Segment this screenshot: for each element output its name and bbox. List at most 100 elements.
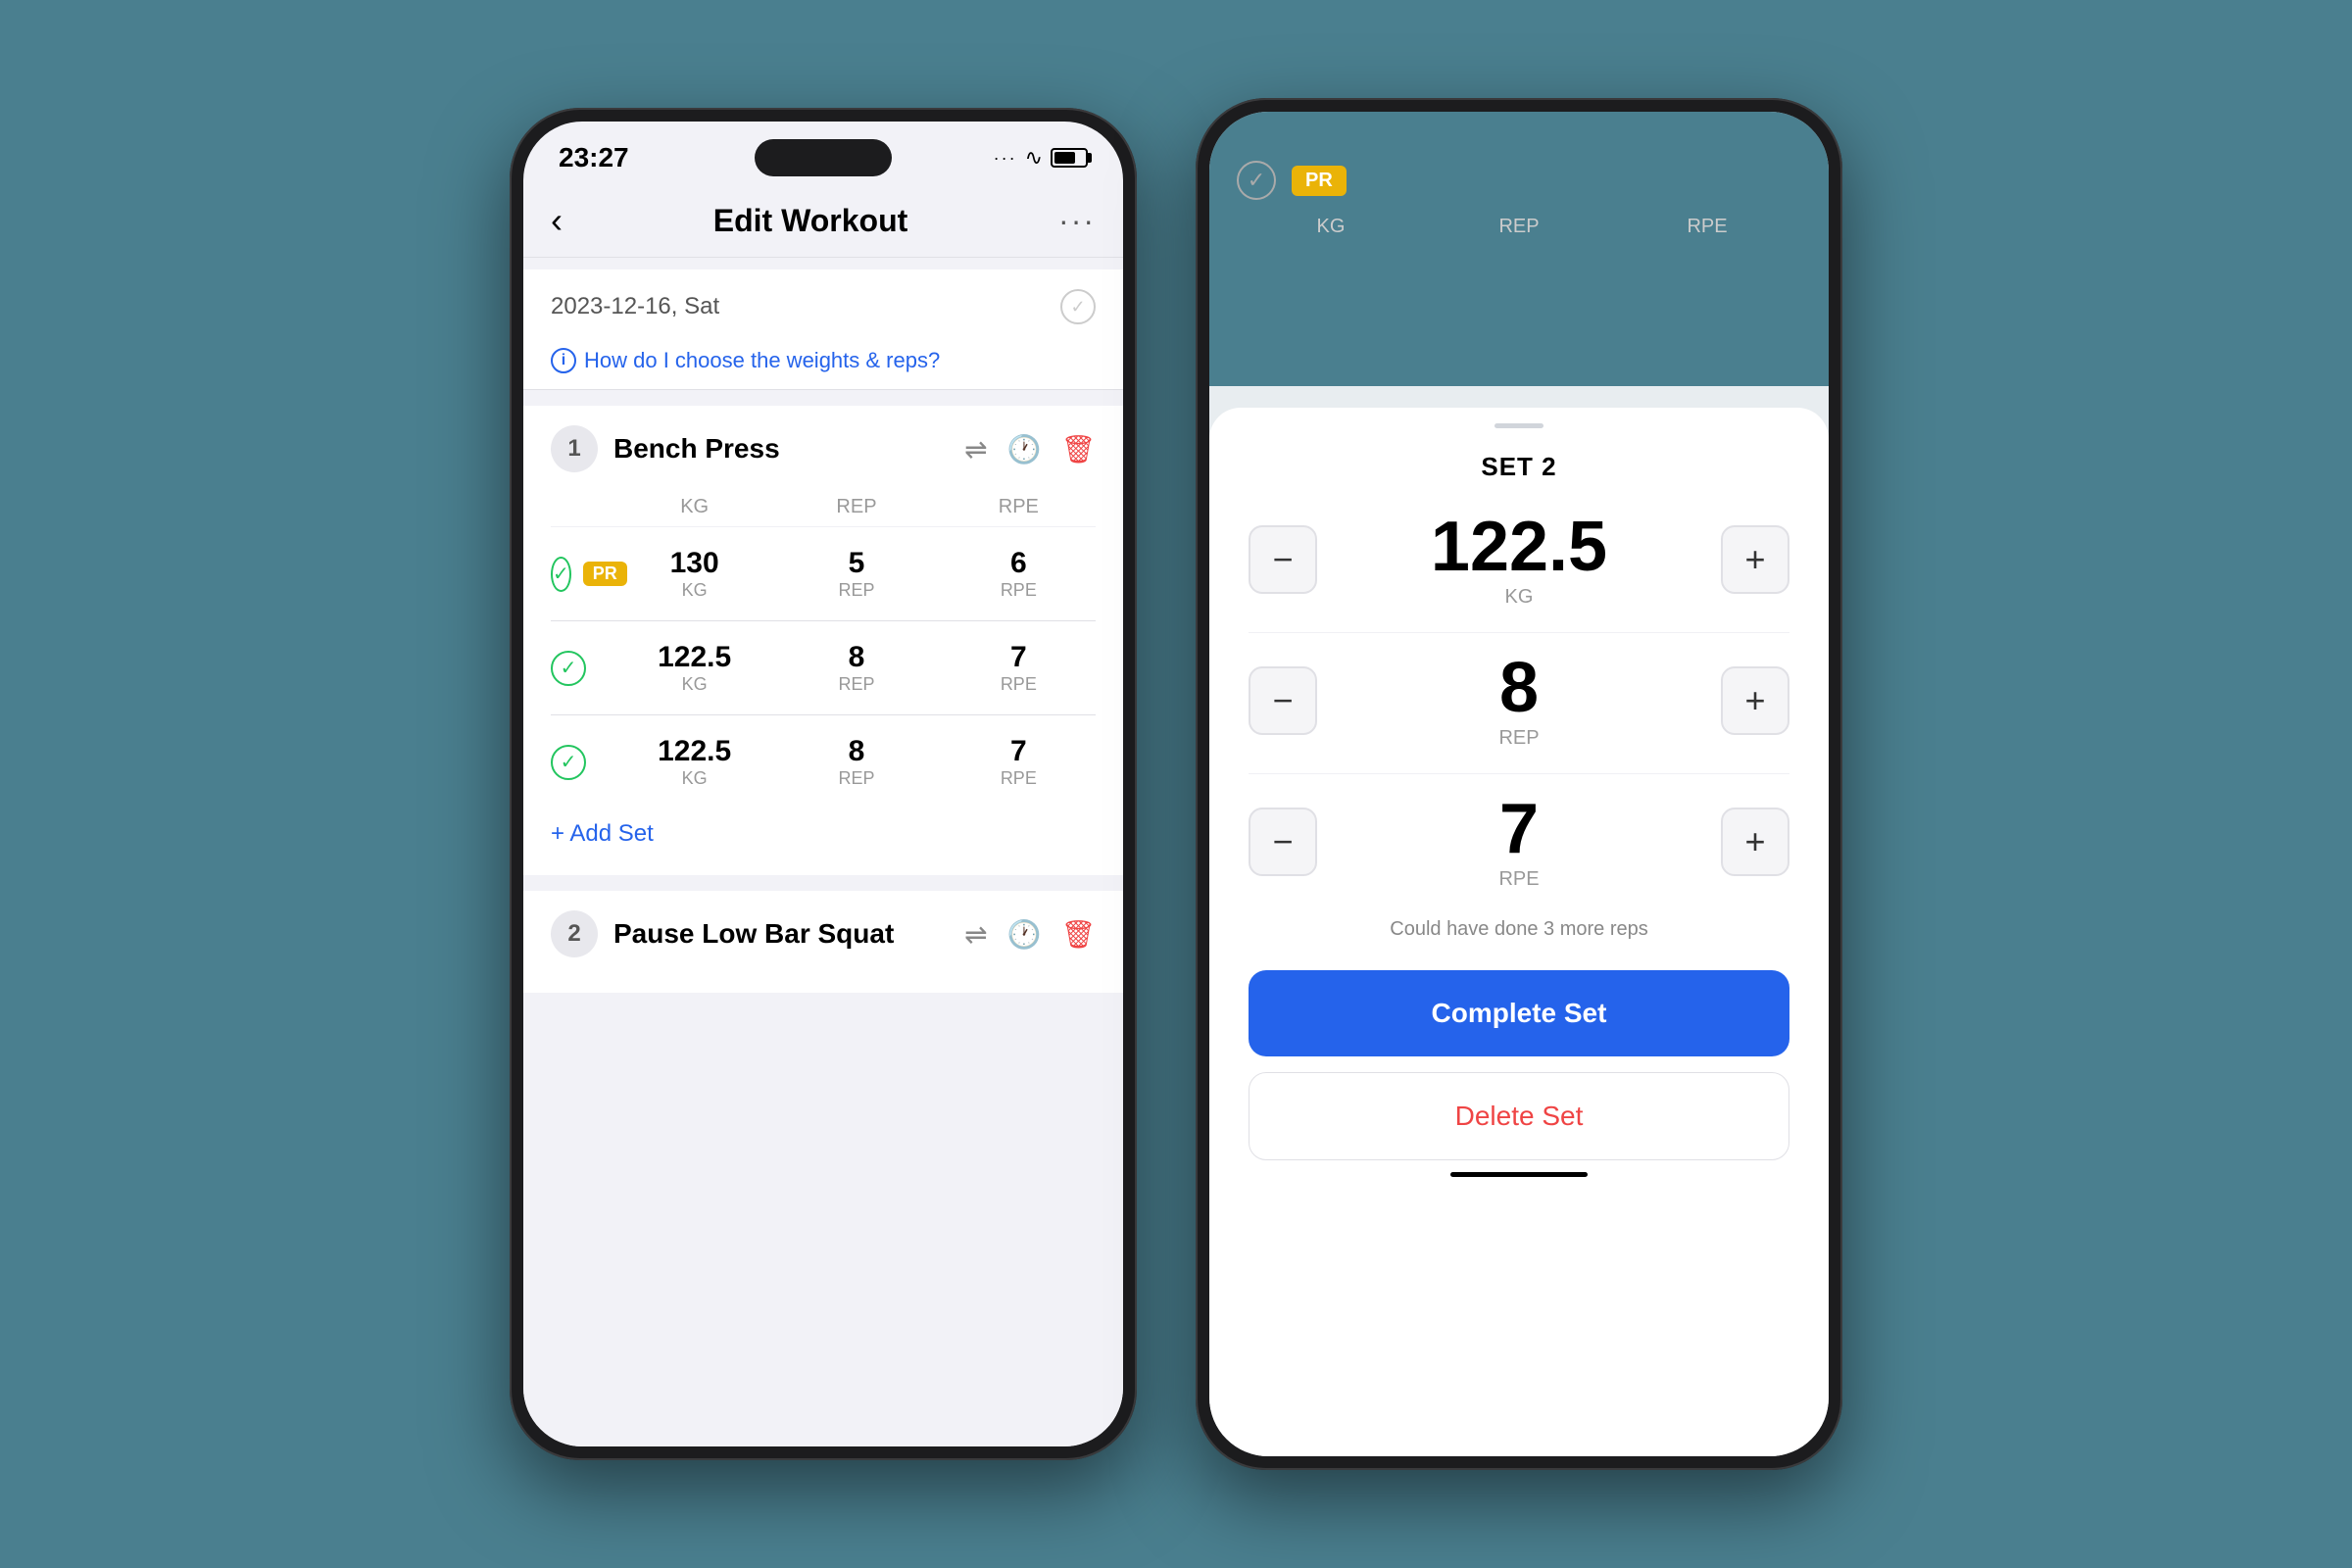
set-row-1: ✓ PR 130 KG 5 REP 6 RPE [551, 535, 1096, 612]
set2-rpe-unit: RPE [942, 674, 1096, 695]
swap-exercise-button[interactable]: ⇌ [964, 433, 987, 466]
info-icon: i [551, 348, 576, 373]
bottom-sheet: SET 2 − 122.5 KG + − 8 REP [1209, 408, 1829, 1456]
col-rep-header: REP [779, 496, 933, 518]
set1-check-col: ✓ PR [551, 557, 610, 592]
set2-check-col: ✓ [551, 651, 610, 686]
set2-rep[interactable]: 8 REP [779, 641, 933, 695]
set2-kg[interactable]: 122.5 KG [617, 641, 771, 695]
exercise2-number: 2 [551, 910, 598, 957]
rep-value: 8 [1499, 649, 1539, 727]
kg-stepper-row: − 122.5 KG + [1249, 512, 1789, 609]
set3-rep[interactable]: 8 REP [779, 735, 933, 789]
set3-kg[interactable]: 122.5 KG [617, 735, 771, 789]
exercise2-name: Pause Low Bar Squat [613, 918, 949, 950]
sheet-handle [1494, 423, 1544, 428]
set3-check-col: ✓ [551, 745, 610, 780]
info-row: i How do I choose the weights & reps? [523, 336, 1123, 390]
set3-rpe-unit: RPE [942, 768, 1096, 789]
set2-kg-unit: KG [617, 674, 771, 695]
date-row: 2023-12-16, Sat ✓ [523, 270, 1123, 336]
signal-dots-icon: ··· [994, 148, 1017, 169]
set3-check[interactable]: ✓ [551, 745, 586, 780]
set2-rep-unit: REP [779, 674, 933, 695]
exercise2-header: 2 Pause Low Bar Squat ⇌ 🕐 🗑 [551, 910, 1096, 957]
rpe-unit: RPE [1498, 868, 1539, 891]
page-title: Edit Workout [713, 203, 908, 239]
col-headers: KG REP RPE [551, 488, 1096, 527]
phone2-col-headers: KG REP RPE [1237, 216, 1801, 238]
delete-exercise2-button[interactable]: 🗑 [1060, 918, 1096, 951]
phone2-top-row: ✓ PR [1237, 161, 1801, 200]
check-icon: ✓ [1070, 297, 1085, 318]
add-set-button[interactable]: + Add Set [551, 801, 1096, 856]
set1-rpe-unit: RPE [942, 580, 1096, 601]
kg-decrement-button[interactable]: − [1249, 525, 1317, 594]
set1-rpe-value: 6 [942, 547, 1096, 580]
set2-rep-value: 8 [779, 641, 933, 674]
screen-content: ‹ Edit Workout ··· 2023-12-16, Sat ✓ i H… [523, 184, 1123, 1446]
set1-rep-value: 5 [779, 547, 933, 580]
rep-increment-button[interactable]: + [1721, 666, 1789, 735]
rpe-increment-button[interactable]: + [1721, 808, 1789, 876]
phone2-background: ✓ PR KG REP RPE [1209, 112, 1829, 386]
battery-icon [1051, 148, 1088, 168]
complete-set-button[interactable]: Complete Set [1249, 970, 1789, 1056]
set3-kg-unit: KG [617, 768, 771, 789]
set2-check[interactable]: ✓ [551, 651, 586, 686]
rep-decrement-button[interactable]: − [1249, 666, 1317, 735]
exercise1-name: Bench Press [613, 433, 949, 465]
dynamic-island [755, 139, 892, 176]
delete-set-button[interactable]: Delete Set [1249, 1072, 1789, 1160]
wifi-icon: ∿ [1025, 145, 1043, 171]
set3-rpe[interactable]: 7 RPE [942, 735, 1096, 789]
status-icons: ··· ∿ [994, 145, 1088, 171]
phone2-col-kg: KG [1237, 216, 1425, 238]
rpe-hint-text: Could have done 3 more reps [1390, 918, 1648, 941]
swap-exercise2-button[interactable]: ⇌ [964, 918, 987, 951]
phone2-pr-badge: PR [1292, 166, 1347, 196]
set3-rep-value: 8 [779, 735, 933, 768]
rep-unit: REP [1498, 727, 1539, 750]
phone2-col-rpe: RPE [1613, 216, 1801, 238]
rep-value-block: 8 REP [1498, 653, 1539, 750]
set1-kg[interactable]: 130 KG [617, 547, 771, 601]
rpe-value: 7 [1499, 790, 1539, 868]
exercise2-card: 2 Pause Low Bar Squat ⇌ 🕐 🗑 [523, 891, 1123, 993]
exercise1-actions: ⇌ 🕐 🗑 [964, 433, 1096, 466]
info-link-button[interactable]: i How do I choose the weights & reps? [551, 348, 1096, 373]
set1-rep[interactable]: 5 REP [779, 547, 933, 601]
history2-button[interactable]: 🕐 [1007, 918, 1042, 951]
phone1-screen: 23:27 ··· ∿ ‹ Edit Workout ··· [523, 122, 1123, 1446]
kg-value-block: 122.5 KG [1431, 512, 1607, 609]
set3-rep-unit: REP [779, 768, 933, 789]
kg-unit: KG [1431, 586, 1607, 609]
more-menu-button[interactable]: ··· [1058, 203, 1096, 239]
set1-kg-value: 130 [617, 547, 771, 580]
exercise2-actions: ⇌ 🕐 🗑 [964, 918, 1096, 951]
status-time: 23:27 [559, 142, 629, 173]
set-row-2: ✓ 122.5 KG 8 REP 7 RPE [551, 629, 1096, 707]
kg-increment-button[interactable]: + [1721, 525, 1789, 594]
set3-rpe-value: 7 [942, 735, 1096, 768]
set2-rpe[interactable]: 7 RPE [942, 641, 1096, 695]
phone1: 23:27 ··· ∿ ‹ Edit Workout ··· [510, 108, 1137, 1460]
back-button[interactable]: ‹ [551, 200, 563, 241]
history-button[interactable]: 🕐 [1007, 433, 1042, 466]
set1-check[interactable]: ✓ [551, 557, 571, 592]
col-kg-header: KG [617, 496, 771, 518]
complete-workout-button[interactable]: ✓ [1060, 289, 1096, 324]
col-rpe-header: RPE [942, 496, 1096, 518]
rpe-value-block: 7 RPE [1498, 794, 1539, 891]
set1-rpe[interactable]: 6 RPE [942, 547, 1096, 601]
kg-value: 122.5 [1431, 508, 1607, 586]
set1-rep-unit: REP [779, 580, 933, 601]
rpe-decrement-button[interactable]: − [1249, 808, 1317, 876]
delete-exercise-button[interactable]: 🗑 [1060, 433, 1096, 466]
workout-date: 2023-12-16, Sat [551, 293, 719, 320]
set1-kg-unit: KG [617, 580, 771, 601]
rep-stepper-row: − 8 REP + [1249, 653, 1789, 750]
rpe-stepper-row: − 7 RPE + [1249, 794, 1789, 891]
exercise1-card: 1 Bench Press ⇌ 🕐 🗑 KG REP RPE [523, 406, 1123, 875]
info-link-text: How do I choose the weights & reps? [584, 348, 940, 373]
